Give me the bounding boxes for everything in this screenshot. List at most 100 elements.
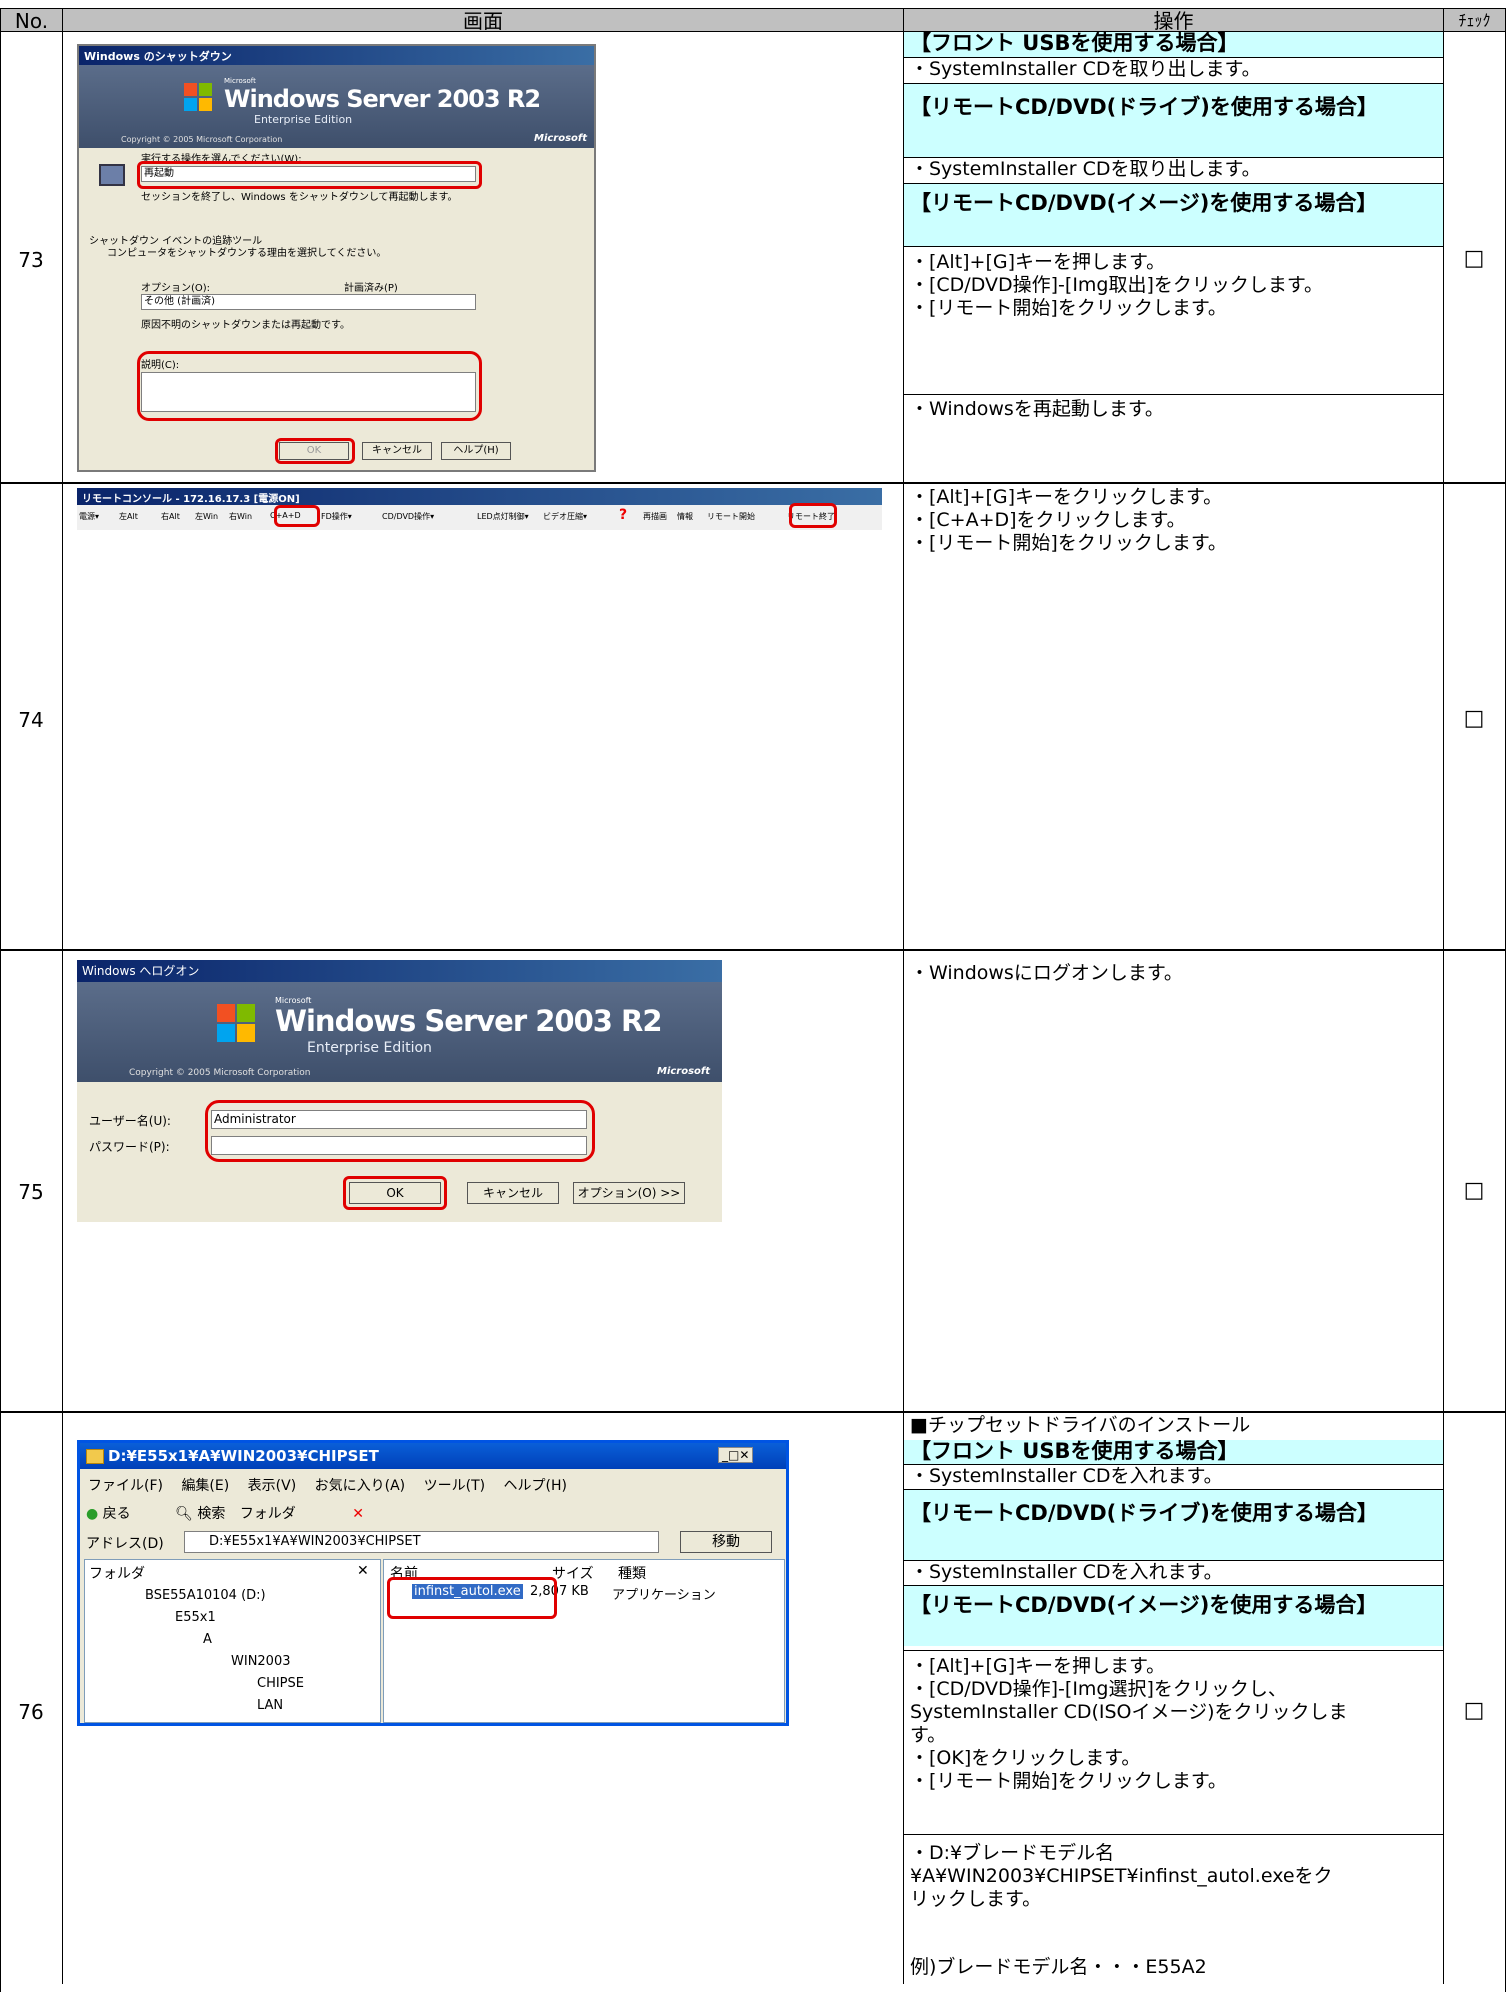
- left-win-button[interactable]: 左Win: [195, 511, 218, 522]
- procedure-sheet: No. 画面 操作 ﾁｪｯｸ 73 □ Windows のシャットダウン Mic…: [0, 0, 1506, 1992]
- tree-item[interactable]: BSE55A10104 (D:): [145, 1588, 266, 1603]
- row-number: 76: [18, 1700, 44, 1724]
- row-number: 73: [18, 248, 44, 272]
- left-alt-button[interactable]: 左Alt: [119, 511, 138, 522]
- header-screen: 画面: [62, 8, 904, 32]
- folders-button[interactable]: フォルダ: [240, 1506, 296, 1522]
- logon-title: Windows へログオン: [77, 960, 722, 982]
- cd-dvd-button[interactable]: CD/DVD操作▾: [382, 511, 434, 522]
- redraw-button[interactable]: 再描画: [643, 511, 667, 522]
- dialog-title: Windows のシャットダウン: [79, 46, 594, 65]
- back-button[interactable]: 戻る: [103, 1506, 131, 1522]
- highlight-remote-start: [789, 503, 837, 528]
- remote-start-button[interactable]: リモート開始: [707, 511, 755, 522]
- led-button[interactable]: LED点灯制御▾: [477, 511, 529, 522]
- power-button[interactable]: 電源▾: [79, 511, 99, 522]
- op-text: ・D:¥ブレードモデル名 ¥A¥WIN2003¥CHIPSET¥infinst_…: [910, 1842, 1333, 1910]
- window-controls[interactable]: _□✕: [718, 1447, 754, 1463]
- op-text: ・[Alt]+[G]キーを押します。 ・[CD/DVD操作]-[Img選択]をク…: [904, 1650, 1443, 1835]
- op-text: ・[Alt]+[G]キーをクリックします。 ・[C+A+D]をクリックします。 …: [910, 486, 1227, 554]
- tree-item[interactable]: WIN2003: [231, 1654, 291, 1669]
- menu-bar: ファイル(F) 編集(E) 表示(V) お気に入り(A) ツール(T) ヘルプ(…: [88, 1475, 567, 1495]
- tree-item[interactable]: LAN: [257, 1698, 283, 1713]
- windows-banner: Microsoft Windows Server 2003 R2 Enterpr…: [77, 982, 722, 1082]
- row-number: 75: [18, 1180, 44, 1204]
- menu-file[interactable]: ファイル(F): [88, 1478, 163, 1494]
- header-no: No.: [0, 8, 63, 32]
- toolbar-buttons: 電源▾ 左Alt 右Alt 左Win 右Win C+A+D FD操作▾ CD/D…: [77, 505, 882, 529]
- options-button[interactable]: オプション(O) >>: [573, 1182, 685, 1204]
- cancel-button[interactable]: キャンセル: [362, 442, 432, 460]
- op-heading: 【リモートCD/DVD(ドライブ)を使用する場合】: [904, 1490, 1443, 1560]
- product-name: Windows Server 2003 R2: [275, 1004, 663, 1038]
- op-heading: 【リモートCD/DVD(イメージ)を使用する場合】: [904, 1586, 1443, 1646]
- help-icon[interactable]: ?: [619, 507, 627, 523]
- right-alt-button[interactable]: 右Alt: [161, 511, 180, 522]
- menu-tools[interactable]: ツール(T): [424, 1478, 485, 1494]
- header-operation: 操作: [903, 8, 1444, 32]
- highlight-cad: [274, 505, 320, 527]
- option-select[interactable]: その他 (計画済): [141, 294, 476, 310]
- menu-view[interactable]: 表示(V): [248, 1478, 297, 1494]
- toolbar: ● 戻る 🔍︎ 検索 フォルダ ✕: [86, 1503, 364, 1523]
- op-text: ・Windowsにログオンします。: [910, 962, 1183, 984]
- address-field[interactable]: D:¥E55x1¥A¥WIN2003¥CHIPSET: [184, 1531, 659, 1553]
- close-pane-icon[interactable]: ✕: [357, 1563, 369, 1579]
- product-name: Windows Server 2003 R2: [224, 85, 541, 113]
- op-text: ・SystemInstaller CDを取り出します。: [904, 57, 1443, 84]
- menu-edit[interactable]: 編集(E): [181, 1478, 229, 1494]
- help-button[interactable]: ヘルプ(H): [441, 442, 511, 460]
- tree-item[interactable]: CHIPSE: [257, 1676, 304, 1691]
- shutdown-dialog-screenshot: Windows のシャットダウン Microsoft Windows Serve…: [77, 44, 596, 472]
- highlight-comment: [137, 351, 482, 421]
- row-number: 74: [18, 708, 44, 732]
- menu-help[interactable]: ヘルプ(H): [504, 1478, 567, 1494]
- checkbox[interactable]: □: [1444, 246, 1504, 271]
- info-button[interactable]: 情報: [677, 511, 693, 522]
- highlight-ok: [275, 438, 355, 464]
- windows-logo-icon: [217, 1004, 257, 1044]
- op-text: ・SystemInstaller CDを取り出します。: [904, 157, 1443, 184]
- op-heading: ■チップセットドライバのインストール: [910, 1414, 1251, 1436]
- header-check: ﾁｪｯｸ: [1443, 8, 1506, 32]
- toolbar-title: リモートコンソール - 172.16.17.3 [電源ON]: [77, 488, 882, 505]
- op-heading: 【リモートCD/DVD(ドライブ)を使用する場合】: [904, 84, 1443, 157]
- video-button[interactable]: ビデオ圧縮▾: [543, 511, 587, 522]
- checkbox[interactable]: □: [1444, 1178, 1504, 1203]
- cancel-button[interactable]: キャンセル: [467, 1182, 559, 1204]
- op-text: ・SystemInstaller CDを入れます。: [904, 1560, 1443, 1586]
- highlight-credentials: [205, 1100, 595, 1162]
- op-text: ・[Alt]+[G]キーを押します。 ・[CD/DVD操作]-[Img取出]をク…: [904, 246, 1443, 395]
- fd-button[interactable]: FD操作▾: [321, 511, 352, 522]
- windows-logo-icon: [184, 83, 214, 113]
- op-text: ・Windowsを再起動します。: [910, 398, 1164, 420]
- highlight-file: [387, 1577, 557, 1619]
- folder-pane: フォルダ ✕ BSE55A10104 (D:) E55x1 A WIN2003 …: [84, 1559, 381, 1723]
- go-button[interactable]: 移動: [680, 1531, 772, 1553]
- explorer-title: D:¥E55x1¥A¥WIN2003¥CHIPSET: [80, 1443, 786, 1469]
- highlight-ok: [343, 1176, 447, 1210]
- checkbox[interactable]: □: [1444, 1698, 1504, 1723]
- delete-icon[interactable]: ✕: [352, 1506, 364, 1522]
- tree-item[interactable]: A: [203, 1632, 212, 1647]
- op-heading: 【フロント USBを使用する場合】: [904, 32, 1443, 58]
- op-text: ・SystemInstaller CDを入れます。: [904, 1464, 1443, 1490]
- tree-item[interactable]: E55x1: [175, 1610, 216, 1625]
- computer-icon: [99, 164, 125, 186]
- op-heading: 【リモートCD/DVD(イメージ)を使用する場合】: [904, 184, 1443, 246]
- search-button[interactable]: 検索: [197, 1506, 225, 1522]
- op-text: 例)ブレードモデル名・・・E55A2: [910, 1956, 1207, 1978]
- checkbox[interactable]: □: [1444, 706, 1504, 731]
- planned-checkbox[interactable]: 計画済み(P): [344, 279, 398, 294]
- right-win-button[interactable]: 右Win: [229, 511, 252, 522]
- folder-icon: [86, 1449, 104, 1464]
- back-icon[interactable]: ●: [86, 1506, 98, 1522]
- logon-dialog-screenshot: Windows へログオン Microsoft Windows Server 2…: [77, 960, 722, 1222]
- search-icon[interactable]: 🔍︎: [175, 1506, 193, 1522]
- file-type: アプリケーション: [612, 1588, 716, 1603]
- menu-favorites[interactable]: お気に入り(A): [315, 1478, 406, 1494]
- explorer-screenshot: D:¥E55x1¥A¥WIN2003¥CHIPSET _□✕ ファイル(F) 編…: [77, 1440, 789, 1726]
- remote-console-toolbar-screenshot: リモートコンソール - 172.16.17.3 [電源ON] 電源▾ 左Alt …: [77, 488, 882, 530]
- op-heading: 【フロント USBを使用する場合】: [904, 1440, 1443, 1465]
- highlight-action: [137, 161, 482, 189]
